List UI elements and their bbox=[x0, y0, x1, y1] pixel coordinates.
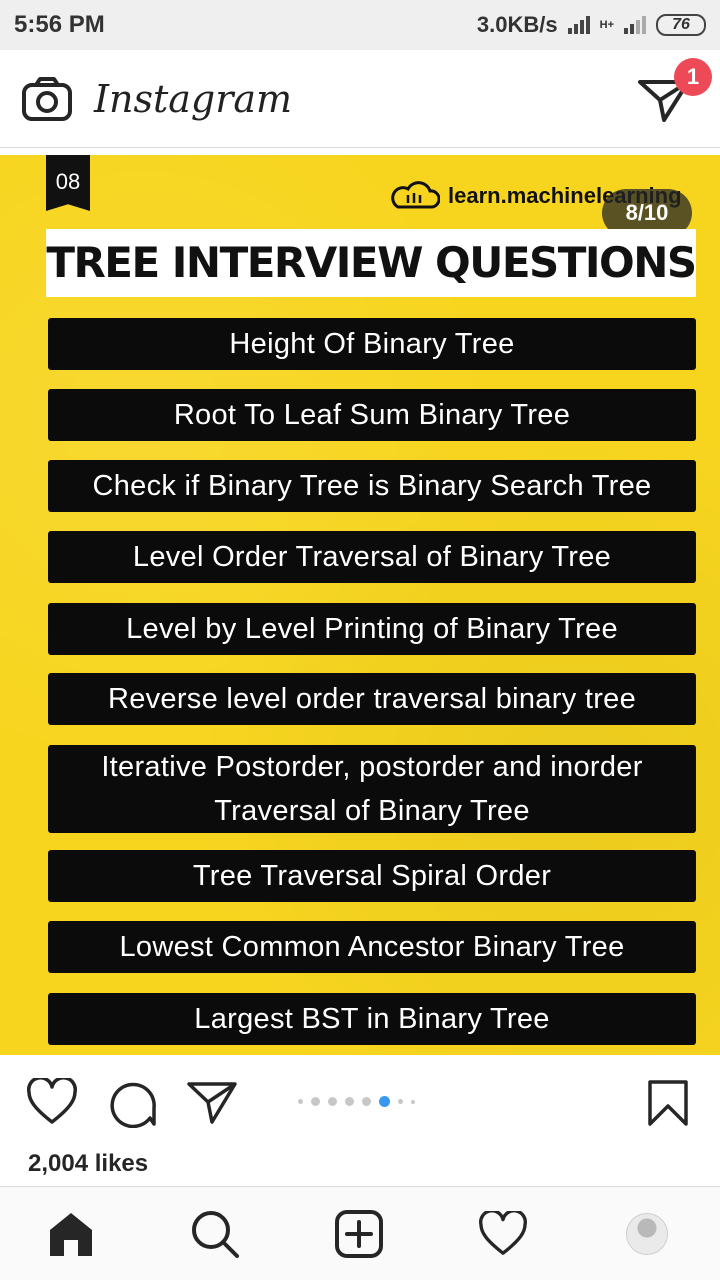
question-item: Height Of Binary Tree bbox=[48, 318, 696, 370]
post-actions bbox=[0, 1056, 720, 1148]
post-title: TREE INTERVIEW QUESTIONS bbox=[46, 229, 697, 297]
bottom-nav bbox=[0, 1186, 720, 1280]
question-item: Check if Binary Tree is Binary Search Tr… bbox=[48, 460, 696, 512]
profile-avatar bbox=[626, 1213, 668, 1255]
search-icon bbox=[192, 1211, 239, 1258]
comment-icon[interactable] bbox=[106, 1078, 158, 1128]
question-item: Root To Leaf Sum Binary Tree bbox=[48, 389, 696, 441]
status-time: 5:56 PM bbox=[14, 11, 105, 38]
post-image[interactable]: 08 learn.machinelearning 8/10 TREE INTER… bbox=[0, 155, 720, 1055]
question-item: Level Order Traversal of Binary Tree bbox=[48, 531, 696, 583]
carousel-dot-active bbox=[379, 1096, 390, 1107]
carousel-dot bbox=[411, 1099, 415, 1104]
battery-icon: 76 bbox=[656, 14, 706, 36]
app-header: Instagram 1 bbox=[0, 50, 720, 148]
status-bar: 5:56 PM 3.0KB/s H+ 76 bbox=[0, 0, 720, 50]
cloud-circuit-icon bbox=[391, 181, 440, 209]
nav-profile[interactable] bbox=[620, 1207, 674, 1261]
network-type: H+ bbox=[599, 19, 614, 31]
app-logo: Instagram bbox=[94, 76, 293, 121]
nav-home[interactable] bbox=[44, 1207, 98, 1261]
carousel-dots bbox=[298, 1096, 415, 1107]
carousel-dot bbox=[311, 1097, 320, 1106]
slide-number-badge: 08 bbox=[46, 155, 90, 211]
activity-icon bbox=[479, 1211, 527, 1255]
nav-activity[interactable] bbox=[476, 1207, 530, 1261]
nav-add-post[interactable] bbox=[332, 1207, 386, 1261]
home-icon bbox=[50, 1213, 92, 1256]
direct-message-button[interactable]: 1 bbox=[634, 58, 712, 128]
question-item: Lowest Common Ancestor Binary Tree bbox=[48, 921, 696, 973]
nav-search[interactable] bbox=[188, 1207, 242, 1261]
question-item: Iterative Postorder, postorder and inord… bbox=[48, 745, 696, 833]
question-item: Level by Level Printing of Binary Tree bbox=[48, 603, 696, 655]
signal-icon bbox=[567, 16, 590, 34]
share-icon[interactable] bbox=[186, 1078, 238, 1126]
signal-icon-2 bbox=[624, 16, 646, 34]
carousel-dot bbox=[298, 1099, 303, 1104]
notification-badge: 1 bbox=[674, 58, 712, 96]
carousel-dot bbox=[345, 1097, 354, 1106]
carousel-dot bbox=[328, 1097, 337, 1106]
add-post-icon bbox=[335, 1210, 383, 1258]
carousel-dot bbox=[398, 1099, 403, 1104]
camera-icon[interactable] bbox=[22, 76, 72, 121]
heart-icon[interactable] bbox=[26, 1078, 78, 1126]
question-item: Reverse level order traversal binary tre… bbox=[48, 673, 696, 725]
carousel-dot bbox=[362, 1097, 371, 1106]
question-item: Tree Traversal Spiral Order bbox=[48, 850, 696, 902]
question-item: Largest BST in Binary Tree bbox=[48, 993, 696, 1045]
bookmark-icon[interactable] bbox=[646, 1078, 690, 1128]
network-speed: 3.0KB/s bbox=[476, 12, 558, 37]
status-right: 3.0KB/s H+ 76 bbox=[477, 12, 706, 38]
likes-count[interactable]: 2,004 likes bbox=[28, 1150, 148, 1178]
